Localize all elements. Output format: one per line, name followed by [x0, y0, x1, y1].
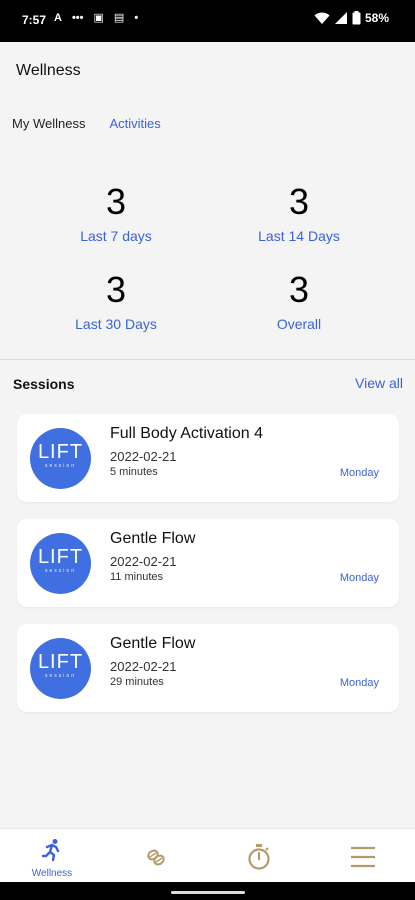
- nutrition-icon: [147, 849, 165, 866]
- session-date: 2022-02-21: [110, 449, 177, 464]
- nav-menu[interactable]: [311, 829, 415, 883]
- notification-icon-a: A: [54, 11, 62, 24]
- session-card[interactable]: LIFT session Full Body Activation 4 2022…: [17, 414, 399, 502]
- notification-icon-shield: ▣: [93, 12, 104, 24]
- nav-wellness[interactable]: Wellness: [0, 829, 104, 883]
- logo-text: LIFT: [37, 546, 84, 568]
- nav-timer[interactable]: [207, 829, 311, 883]
- session-date: 2022-02-21: [110, 554, 177, 569]
- wifi-icon: [314, 12, 330, 24]
- stat-label: Last 7 days: [80, 228, 152, 244]
- session-card[interactable]: LIFT session Gentle Flow 2022-02-21 11 m…: [17, 519, 399, 607]
- nav-label: Wellness: [31, 868, 73, 879]
- logo-text: LIFT: [37, 651, 84, 673]
- session-day: Monday: [339, 677, 379, 689]
- session-day: Monday: [339, 467, 379, 479]
- bottom-navigation: Wellness: [0, 828, 415, 883]
- session-duration: 11 minutes: [110, 571, 163, 583]
- stat-last-14-days: 3 Last 14 Days: [209, 181, 389, 245]
- session-title: Gentle Flow: [110, 530, 196, 547]
- notification-icons: A ••• ▣ ▤ •: [54, 11, 139, 25]
- battery-icon: [352, 11, 361, 25]
- session-title: Gentle Flow: [110, 635, 196, 652]
- logo-subtext: session: [45, 673, 76, 679]
- stat-value: 3: [105, 181, 127, 222]
- stat-last-30-days: 3 Last 30 Days: [26, 269, 206, 333]
- nav-nutrition[interactable]: [104, 829, 208, 883]
- stat-value: 3: [105, 269, 127, 310]
- gesture-handle[interactable]: [171, 891, 245, 894]
- view-all-link[interactable]: View all: [355, 375, 403, 391]
- stopwatch-icon: [248, 844, 270, 870]
- session-duration: 5 minutes: [110, 466, 158, 478]
- notification-icon-dot: •: [134, 11, 139, 24]
- lift-session-logo: LIFT session: [30, 533, 91, 594]
- tab-bar: My Wellness Activities: [12, 116, 161, 131]
- system-icons: 58%: [314, 11, 389, 25]
- section-divider: [0, 359, 415, 360]
- logo-subtext: session: [45, 568, 76, 574]
- tab-my-wellness[interactable]: My Wellness: [12, 116, 85, 131]
- session-title: Full Body Activation 4: [110, 425, 263, 442]
- stat-value: 3: [288, 181, 310, 222]
- session-day: Monday: [339, 572, 379, 584]
- session-duration: 29 minutes: [110, 676, 164, 688]
- sessions-heading: Sessions: [13, 376, 75, 392]
- running-person-icon: [41, 839, 60, 862]
- notification-icon-photo: ▤: [113, 12, 125, 24]
- notification-icon-dots: •••: [71, 11, 84, 24]
- stat-last-7-days: 3 Last 7 days: [26, 181, 206, 245]
- stat-label: Last 14 Days: [258, 228, 340, 244]
- status-bar: 7:57 A ••• ▣ ▤ • 58%: [0, 0, 415, 42]
- hamburger-menu-icon: [351, 846, 375, 868]
- lift-session-logo: LIFT session: [30, 428, 91, 489]
- battery-percentage: 58%: [364, 11, 389, 25]
- lift-session-logo: LIFT session: [30, 638, 91, 699]
- signal-icon: [334, 12, 347, 24]
- logo-subtext: session: [45, 463, 76, 469]
- logo-text: LIFT: [37, 441, 84, 463]
- tab-activities[interactable]: Activities: [109, 116, 160, 131]
- page-title: Wellness: [16, 62, 81, 79]
- gesture-navigation-area: [0, 882, 415, 900]
- session-date: 2022-02-21: [110, 659, 177, 674]
- stat-overall: 3 Overall: [209, 269, 389, 333]
- stat-label: Last 30 Days: [75, 316, 157, 332]
- session-card[interactable]: LIFT session Gentle Flow 2022-02-21 29 m…: [17, 624, 399, 712]
- stat-label: Overall: [276, 316, 322, 332]
- status-time: 7:57: [22, 13, 47, 27]
- stat-value: 3: [288, 269, 310, 310]
